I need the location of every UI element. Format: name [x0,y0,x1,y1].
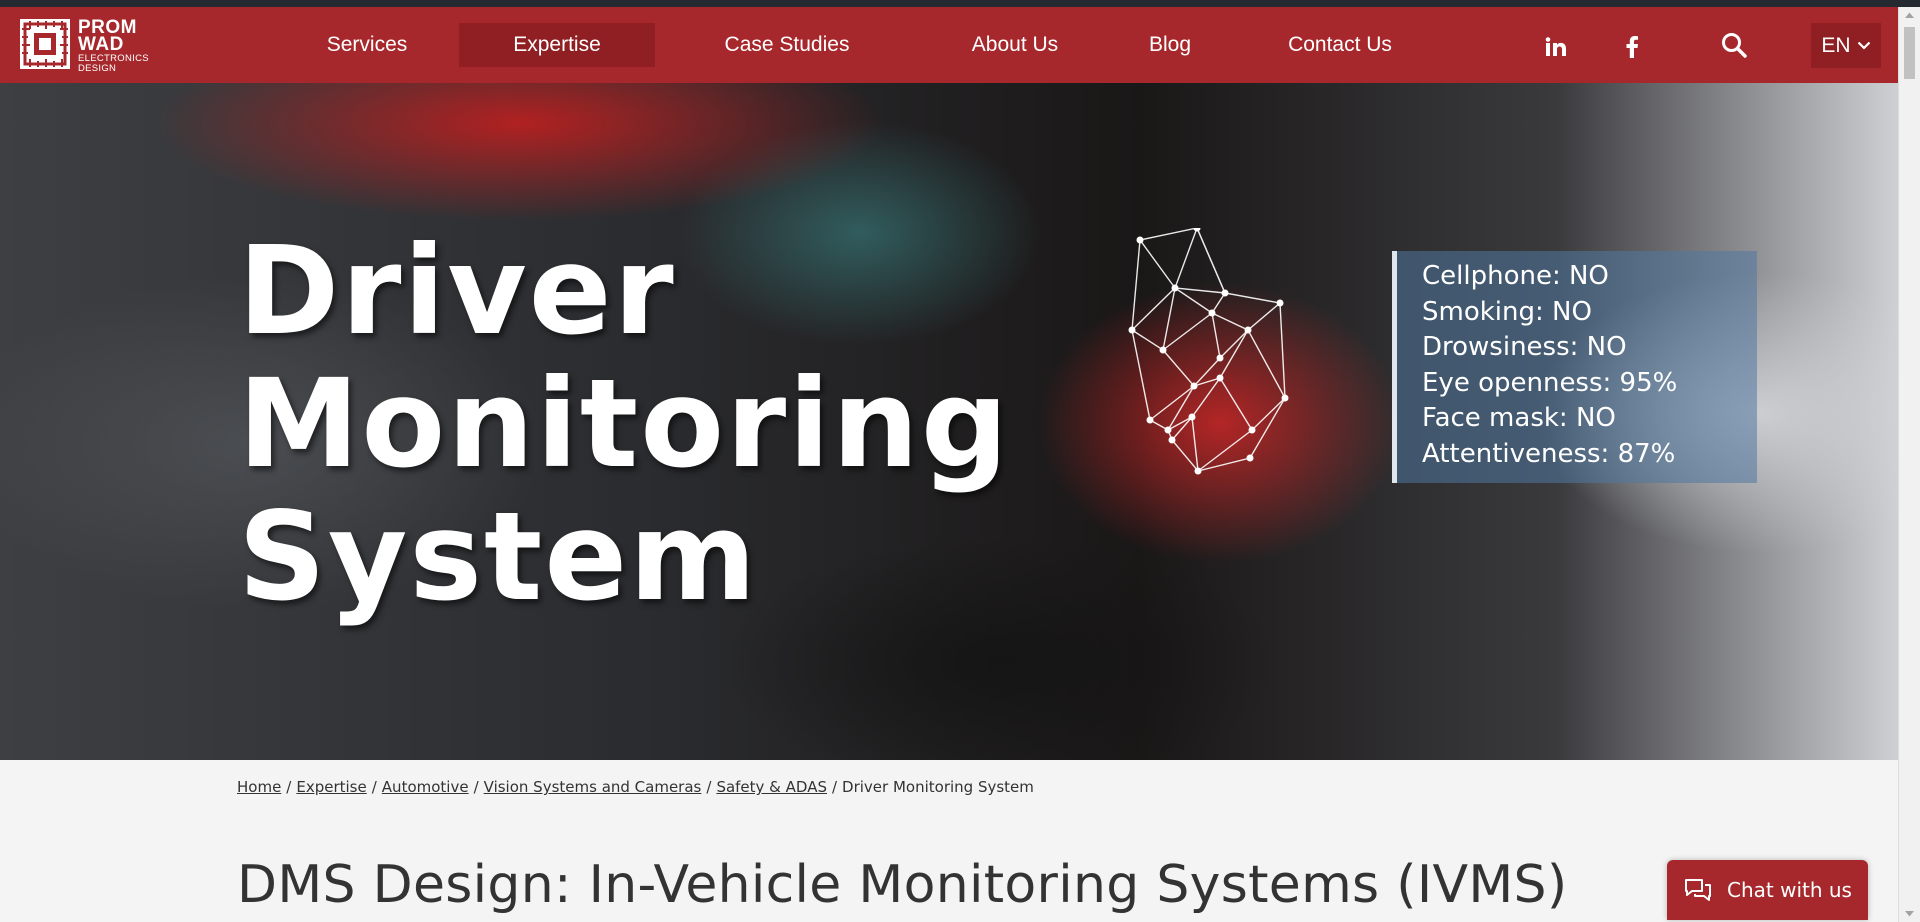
search-icon[interactable] [1716,27,1752,63]
linkedin-icon[interactable] [1538,29,1574,65]
breadcrumb-separator: / [706,778,712,796]
logo-tagline-line2: DESIGN [78,63,117,74]
stat-attentiveness: Attentiveness: 87% [1422,438,1676,469]
stat-eye-openness: Eye openness: 95% [1422,367,1678,398]
nav-case-studies[interactable]: Case Studies [712,23,862,67]
breadcrumb: Home / Expertise / Automotive / Vision Systems… [237,778,1034,796]
hero-title: Driver Monitoring System [238,225,1010,624]
language-label: EN [1821,33,1851,57]
stat-smoking: Smoking: NO [1422,296,1592,327]
nav-services[interactable]: Services [310,23,424,67]
nav-blog[interactable]: Blog [1140,23,1200,67]
chat-button-label: Chat with us [1727,878,1852,902]
chevron-down-icon [1857,41,1870,50]
breadcrumb-home[interactable]: Home [237,778,281,796]
scroll-up-arrow-icon[interactable] [1904,11,1915,19]
logo-name-line2: WAD [78,34,124,55]
stat-face-mask: Face mask: NO [1422,403,1616,433]
breadcrumb-expertise[interactable]: Expertise [296,778,366,796]
promwad-logo[interactable]: PROM WAD ELECTRONICS DESIGN [20,18,149,74]
chat-icon [1685,879,1711,901]
top-navbar: PROM WAD ELECTRONICS DESIGN Services Exp… [0,7,1898,83]
logo-tagline-line1: ELECTRONICS [78,53,149,64]
hero-banner: Driver Monitoring System Cellphone: NO S… [0,83,1898,760]
page-heading: DMS Design: In-Vehicle Monitoring System… [237,855,1568,915]
nav-contact-us[interactable]: Contact Us [1280,23,1400,67]
breadcrumb-separator: / [831,778,838,796]
chat-button[interactable]: Chat with us [1667,860,1868,920]
language-selector[interactable]: EN [1811,23,1881,68]
breadcrumb-automotive[interactable]: Automotive [382,778,469,796]
nav-expertise[interactable]: Expertise [459,23,655,67]
face-mesh-graphic [1128,228,1289,475]
hero-title-line2: Monitoring [238,353,1011,495]
breadcrumb-separator: / [473,778,479,796]
breadcrumb-vision-systems[interactable]: Vision Systems and Cameras [484,778,702,796]
breadcrumb-separator: / [371,778,377,796]
hero-title-line3: System [238,486,759,628]
breadcrumb-separator: / [286,778,292,796]
scrollbar-thumb[interactable] [1904,27,1915,79]
browser-top-strip [0,0,1920,7]
nav-about-us[interactable]: About Us [960,23,1070,67]
page-scrollbar[interactable] [1898,7,1920,922]
hero-title-line1: Driver [238,220,676,362]
facebook-icon[interactable] [1614,29,1650,65]
breadcrumb-current: Driver Monitoring System [842,778,1034,796]
scroll-down-arrow-icon[interactable] [1904,910,1915,918]
breadcrumb-safety-adas[interactable]: Safety & ADAS [716,778,827,796]
stat-drowsiness: Drowsiness: NO [1422,332,1627,362]
dms-stats-panel: Cellphone: NO Smoking: NO Drowsiness: NO… [1392,251,1757,483]
logo-chip-icon [20,19,70,69]
stat-cellphone: Cellphone: NO [1422,261,1609,291]
